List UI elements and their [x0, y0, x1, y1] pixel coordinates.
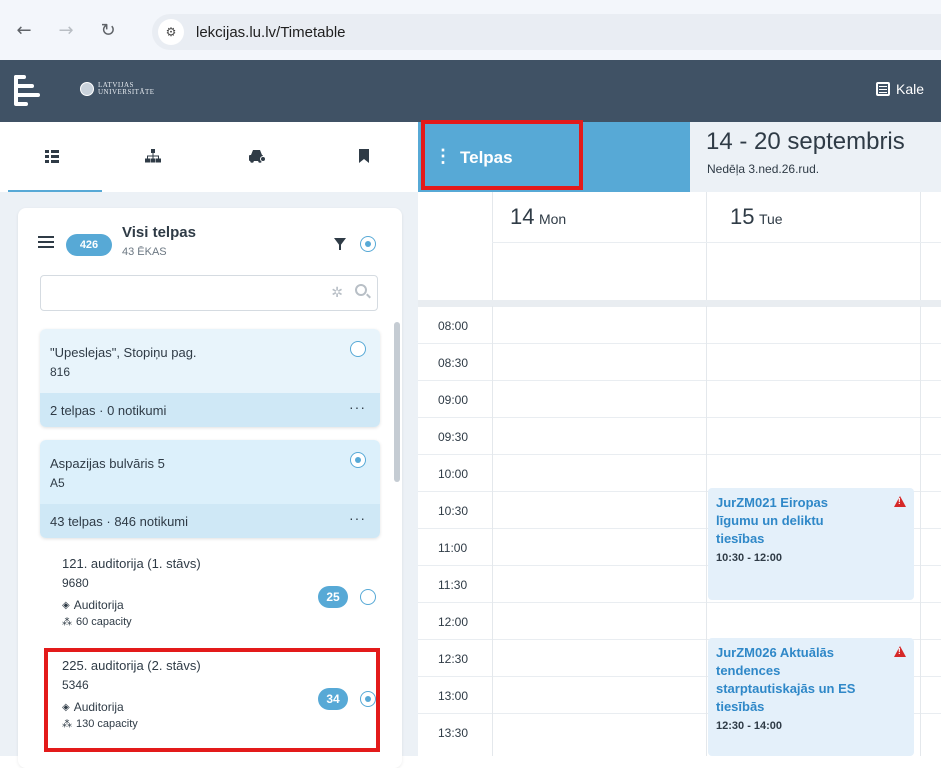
- address-bar[interactable]: ⚙ lekcijas.lu.lv/Timetable: [152, 14, 941, 50]
- list-icon[interactable]: [8, 148, 102, 192]
- room-name: 121. auditorija (1. stāvs): [62, 556, 201, 571]
- time-label: 08:00: [438, 319, 469, 333]
- users-icon: ⁂: [62, 616, 72, 628]
- reload-icon[interactable]: ↻: [96, 18, 120, 42]
- building-stats: 43 telpas · 846 notikumi: [50, 514, 189, 529]
- browser-toolbar: ← → ↻ ⚙ lekcijas.lu.lv/Timetable: [0, 0, 941, 60]
- university-seal-icon: [80, 82, 94, 96]
- grid-line: [492, 306, 493, 756]
- url-text[interactable]: lekcijas.lu.lv/Timetable: [196, 24, 346, 41]
- time-label: 11:30: [438, 578, 468, 592]
- select-all-radio[interactable]: [360, 236, 376, 252]
- building-code: 816: [50, 365, 71, 379]
- day-number: 15: [730, 204, 755, 229]
- more-options-icon[interactable]: ···: [349, 510, 366, 526]
- app-logo-icon[interactable]: [14, 73, 40, 107]
- room-type-label: Auditorija: [73, 598, 124, 612]
- time-row: 09:00: [418, 380, 941, 417]
- building-radio[interactable]: [350, 452, 366, 468]
- time-label: 13:30: [438, 726, 469, 740]
- time-label: 10:00: [438, 467, 469, 481]
- building-code: A5: [50, 476, 65, 490]
- time-label: 09:00: [438, 393, 469, 407]
- room-code: 9680: [62, 576, 89, 590]
- event-title: JurZM026 Aktuālās tendences starptautisk…: [716, 645, 856, 714]
- panel-title: Visi telpas: [122, 224, 196, 241]
- day-column: [706, 192, 707, 302]
- time-label: 10:30: [438, 504, 469, 518]
- grid-line: [706, 306, 707, 756]
- menu-icon[interactable]: [38, 236, 54, 248]
- back-arrow-icon[interactable]: ←: [12, 18, 36, 42]
- time-row: 09:30: [418, 417, 941, 454]
- day-number: 14: [510, 204, 535, 229]
- forward-arrow-icon[interactable]: →: [54, 18, 78, 42]
- filter-icon[interactable]: [334, 238, 346, 250]
- event-time: 12:30 - 14:00: [716, 720, 783, 732]
- day-name: Mon: [538, 211, 567, 227]
- event-count-badge: 25: [318, 586, 348, 608]
- layers-icon: ◈: [62, 599, 70, 611]
- event-title: JurZM021 Eiropas līgumu un deliktu tiesī…: [716, 495, 828, 546]
- building-name: Aspazijas bulvāris 5: [50, 456, 165, 471]
- search-input[interactable]: ✲: [40, 275, 378, 311]
- room-radio[interactable]: [360, 589, 376, 605]
- room-capacity: ⁂ 60 capacity: [62, 616, 132, 628]
- grid-line: [920, 306, 921, 756]
- time-label: 09:30: [438, 430, 469, 444]
- warning-icon: [894, 646, 906, 657]
- time-row: 12:00: [418, 602, 941, 639]
- room-type: ◈ Auditorija: [62, 598, 124, 612]
- building-card[interactable]: Aspazijas bulvāris 5 A5 43 telpas · 846 …: [40, 440, 380, 538]
- building-stats: 2 telpas · 0 notikumi: [50, 403, 167, 418]
- building-card[interactable]: "Upeslejas", Stopiņu pag. 816 2 telpas ·…: [40, 329, 380, 427]
- room-capacity-label: 60 capacity: [76, 616, 132, 628]
- university-logo-text: LATVIJAS UNIVERSITĀTE: [98, 81, 155, 96]
- panel-subtitle: 43 ĒKAS: [122, 246, 167, 258]
- room-item[interactable]: 121. auditorija (1. stāvs) 9680 ◈ Audito…: [50, 546, 380, 646]
- day-header-divider: [492, 242, 941, 243]
- day-header-mon[interactable]: 14 Mon: [510, 204, 566, 230]
- app-header: LATVIJAS UNIVERSITĀTE Kale: [0, 60, 941, 122]
- building-name: "Upeslejas", Stopiņu pag.: [50, 345, 197, 360]
- time-label: 13:00: [438, 689, 469, 703]
- telpas-highlight: [421, 120, 583, 190]
- car-icon[interactable]: [248, 148, 268, 166]
- more-options-icon[interactable]: ···: [349, 399, 366, 415]
- university-logo[interactable]: LATVIJAS UNIVERSITĀTE: [80, 81, 155, 96]
- site-info-icon[interactable]: ⚙: [158, 19, 184, 45]
- day-column: [492, 192, 493, 302]
- time-row: 10:00: [418, 454, 941, 491]
- day-header-tue[interactable]: 15 Tue: [730, 204, 783, 230]
- rooms-count-badge: 426: [66, 234, 112, 256]
- calendar-event[interactable]: JurZM021 Eiropas līgumu un deliktu tiesī…: [708, 488, 914, 600]
- calendar-view: ⋮ Telpas 14 - 20 septembris Nedēļa 3.ned…: [418, 122, 941, 756]
- calendar-nav-link[interactable]: Kale: [876, 81, 924, 97]
- warning-icon: [894, 496, 906, 507]
- event-time: 10:30 - 12:00: [716, 552, 783, 564]
- week-subtitle: Nedēļa 3.ned.26.rud.: [707, 162, 820, 176]
- calendar-event[interactable]: JurZM026 Aktuālās tendences starptautisk…: [708, 638, 914, 756]
- search-icon[interactable]: [355, 284, 367, 296]
- time-row: 08:00: [418, 306, 941, 343]
- sidebar-scrollbar[interactable]: [394, 322, 400, 482]
- time-label: 11:00: [438, 541, 468, 555]
- calendar-nav-label: Kale: [896, 81, 925, 97]
- time-label: 08:30: [438, 356, 469, 370]
- bookmark-icon[interactable]: [358, 148, 378, 166]
- day-column: [920, 192, 921, 302]
- sidebar-tabs: [0, 122, 418, 192]
- time-row: 08:30: [418, 343, 941, 380]
- calendar-icon: [876, 82, 890, 96]
- selected-room-highlight: [44, 648, 380, 752]
- settings-icon[interactable]: ✲: [331, 285, 343, 301]
- day-name: Tue: [758, 211, 783, 227]
- week-title: 14 - 20 septembris: [706, 128, 905, 155]
- building-radio[interactable]: [350, 341, 366, 357]
- time-label: 12:30: [438, 652, 469, 666]
- hierarchy-icon[interactable]: [144, 148, 164, 166]
- time-label: 12:00: [438, 615, 469, 629]
